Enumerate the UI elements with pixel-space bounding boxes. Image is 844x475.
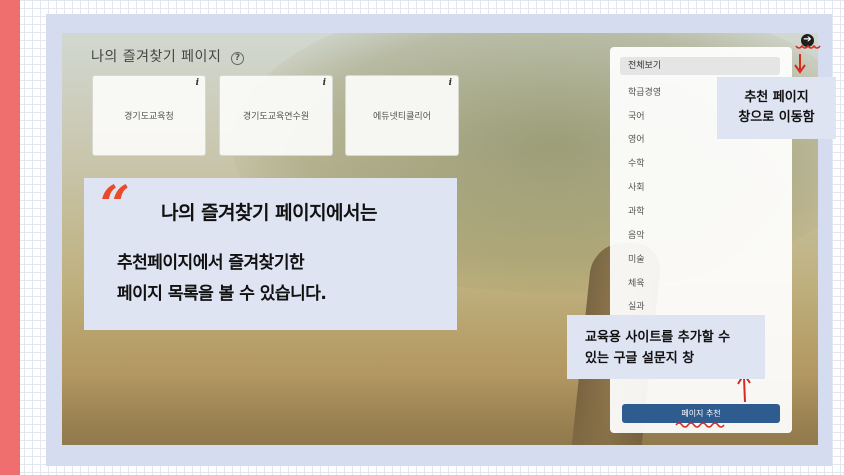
red-squiggle-underline xyxy=(675,422,725,428)
favorite-card-label: 경기도교육청 xyxy=(124,112,174,122)
callout-nav-line: 창으로 이동함 xyxy=(738,110,815,125)
category-item[interactable]: 과학 xyxy=(628,204,645,217)
callout-body-line: 추천페이지에서 즐겨찾기한 xyxy=(117,253,305,273)
info-icon[interactable]: i xyxy=(449,78,452,88)
favorite-card[interactable]: i 에듀넷티클리어 xyxy=(345,75,459,156)
callout-survey-line: 있는 구글 설문지 창 xyxy=(585,351,695,366)
category-item[interactable]: 미술 xyxy=(628,252,645,265)
category-item[interactable]: 체육 xyxy=(628,276,645,289)
category-item[interactable]: 영어 xyxy=(628,132,645,145)
category-item[interactable]: 사회 xyxy=(628,180,645,193)
category-item[interactable]: 학급경영 xyxy=(628,85,661,98)
callout-nav-line: 추천 페이지 xyxy=(744,90,809,105)
favorite-card-label: 에듀넷티클리어 xyxy=(373,112,431,122)
red-arrow-annotation xyxy=(794,44,821,74)
category-item[interactable]: 음악 xyxy=(628,228,645,241)
callout-heading: 나의 즐겨찾기 페이지에서는 xyxy=(161,202,378,224)
category-item[interactable]: 수학 xyxy=(628,156,645,169)
favorite-card[interactable]: i 경기도교육연수원 xyxy=(219,75,333,156)
info-icon[interactable]: i xyxy=(196,78,199,88)
page-title-text: 나의 즐겨찾기 페이지 xyxy=(91,49,222,65)
callout-survey-line: 교육용 사이트를 추가할 수 xyxy=(585,330,731,345)
info-icon[interactable]: i xyxy=(323,78,326,88)
category-item-all[interactable]: 전체보기 xyxy=(620,57,780,75)
category-item[interactable]: 실과 xyxy=(628,299,645,312)
callout-main: “ 나의 즐겨찾기 페이지에서는 추천페이지에서 즐겨찾기한 페이지 목록을 볼… xyxy=(84,178,457,330)
left-accent-bar xyxy=(0,0,20,475)
callout-nav: 추천 페이지 창으로 이동함 xyxy=(717,77,836,139)
page-title: 나의 즐겨찾기 페이지 ? xyxy=(91,46,245,66)
callout-body: 추천페이지에서 즐겨찾기한 페이지 목록을 볼 수 있습니다. xyxy=(117,248,327,310)
callout-survey: 교육용 사이트를 추가할 수 있는 구글 설문지 창 xyxy=(567,315,765,379)
favorite-card-label: 경기도교육연수원 xyxy=(242,112,310,122)
callout-body-line: 페이지 목록을 볼 수 있습니다. xyxy=(117,284,327,304)
help-icon[interactable]: ? xyxy=(231,52,245,65)
quote-mark-icon: “ xyxy=(100,175,130,236)
favorite-card[interactable]: i 경기도교육청 xyxy=(92,75,206,156)
category-item[interactable]: 국어 xyxy=(628,109,645,122)
